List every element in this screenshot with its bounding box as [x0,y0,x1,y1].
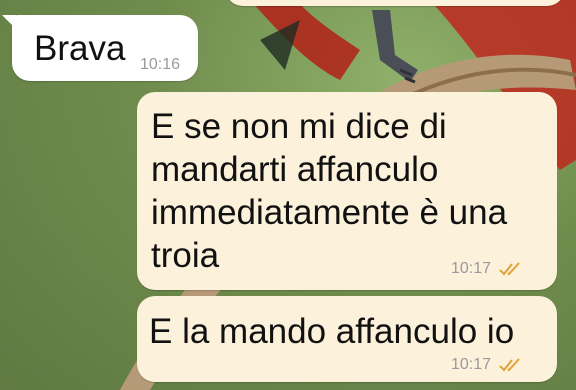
message-meta: 10:16 [140,56,180,74]
outgoing-message-bubble[interactable]: E se non mi dice di mandarti affanculo i… [137,92,557,290]
message-text: E la mando affanculo io [149,312,515,351]
message-text: Brava [34,29,126,68]
message-meta: 10:17 [451,356,523,374]
outgoing-message-bubble[interactable]: E la mando affanculo io 10:17 [137,296,557,382]
message-timestamp: 10:17 [450,356,491,373]
double-check-read-icon [499,358,520,372]
double-check-read-icon [499,262,520,276]
message-meta: 10:17 [451,260,523,278]
message-timestamp: 10:17 [450,260,491,277]
message-text: E se non mi dice di mandarti affanculo i… [151,107,508,275]
incoming-message-bubble[interactable]: Brava 10:16 [2,15,198,81]
previous-outgoing-message-bubble[interactable] [225,0,565,6]
chat-thread[interactable]: Brava 10:16 E se non mi dice di mandarti… [0,0,576,390]
bubble-tail [2,15,16,29]
message-timestamp: 10:16 [140,56,181,73]
